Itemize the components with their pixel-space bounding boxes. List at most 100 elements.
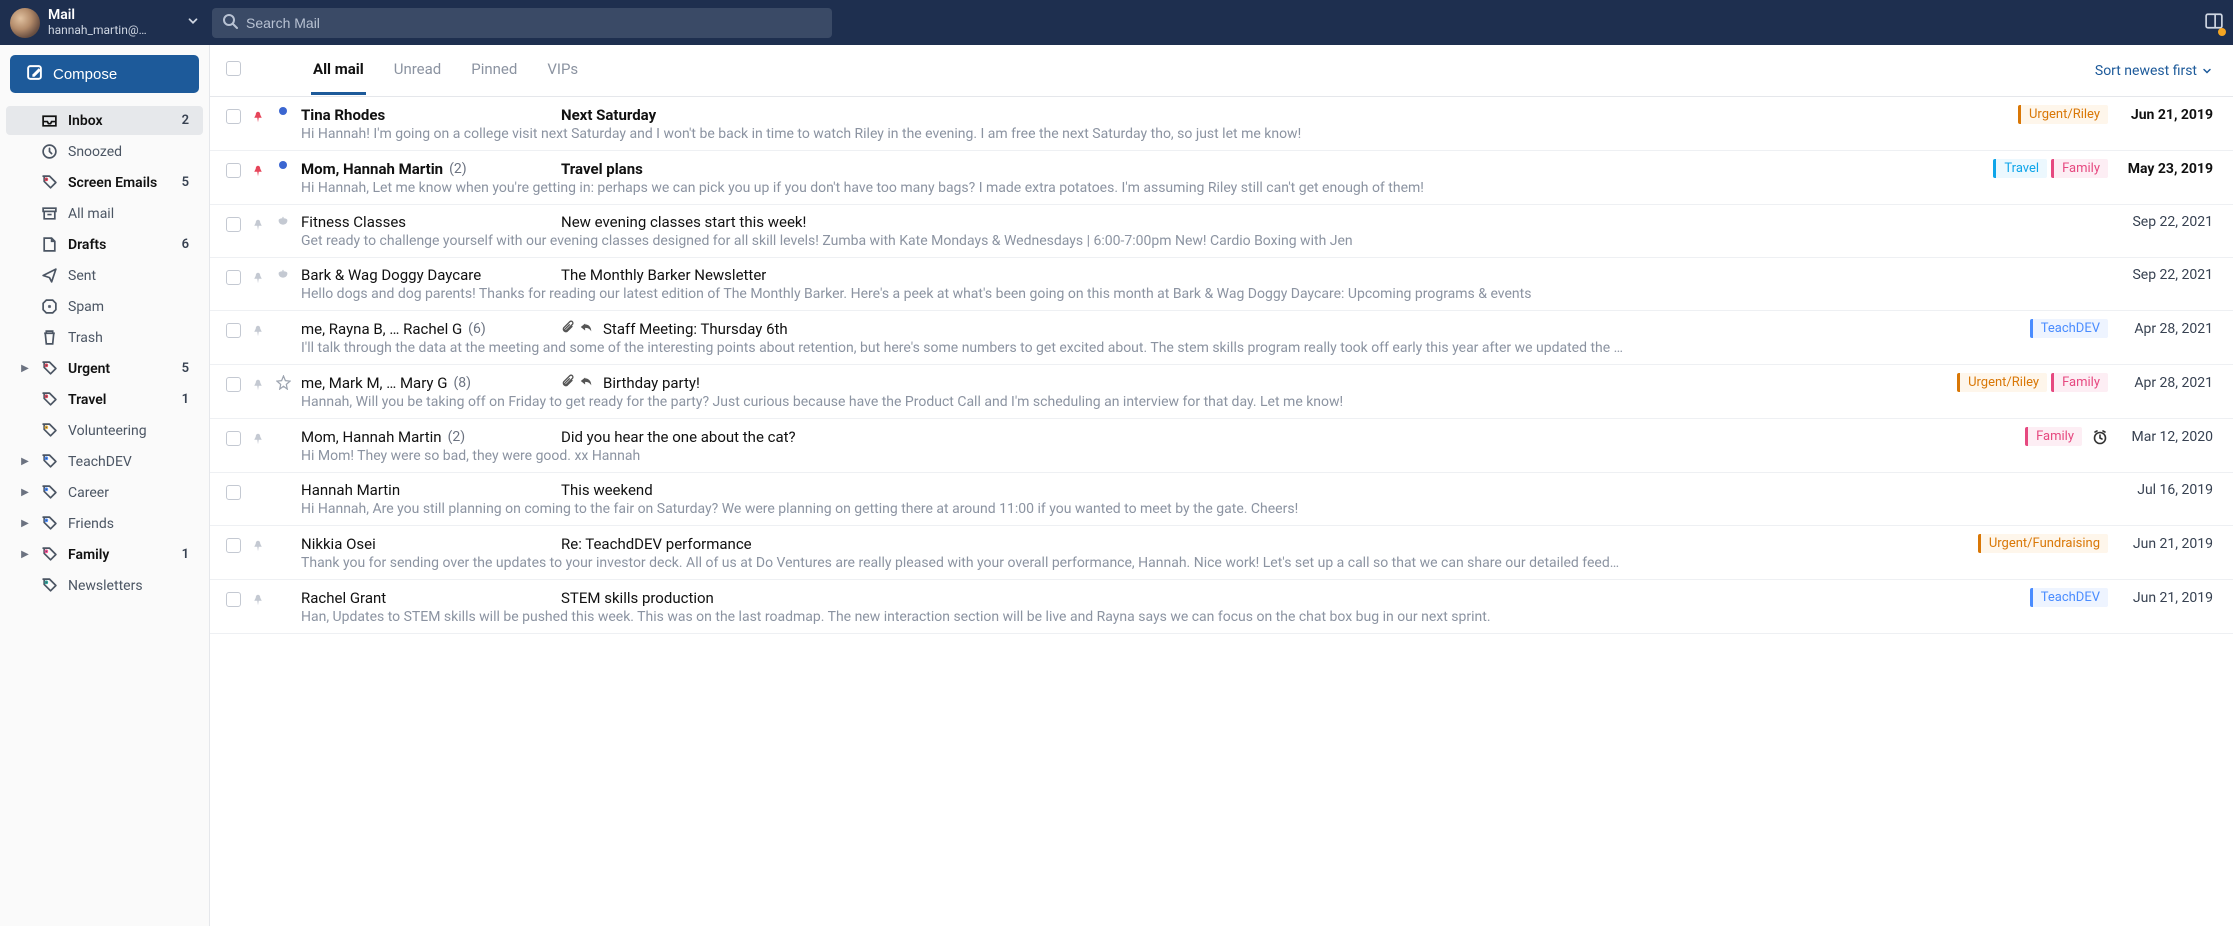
message-row[interactable]: me, Mark M, … Mary G (8) Birthday party!… bbox=[210, 365, 2233, 419]
row-checkbox[interactable] bbox=[226, 217, 241, 232]
tab-unread[interactable]: Unread bbox=[392, 46, 444, 95]
tab-vips[interactable]: VIPs bbox=[545, 46, 580, 95]
nav-volunteering[interactable]: ▶ Volunteering bbox=[6, 416, 203, 445]
tag-family[interactable]: Family bbox=[2051, 373, 2108, 392]
pin-icon[interactable] bbox=[251, 538, 265, 554]
nav-label: Career bbox=[68, 485, 109, 501]
sender: Fitness Classes bbox=[301, 213, 406, 231]
pin-icon[interactable] bbox=[251, 109, 265, 125]
nav-allmail[interactable]: ▶ All mail bbox=[6, 199, 203, 228]
row-checkbox[interactable] bbox=[226, 377, 241, 392]
tag-urgent-riley[interactable]: Urgent/Riley bbox=[1957, 373, 2047, 392]
sort-label: Sort newest first bbox=[2095, 63, 2197, 79]
subject: Staff Meeting: Thursday 6th bbox=[603, 320, 788, 338]
nav-label: Volunteering bbox=[68, 423, 147, 439]
date: Jul 16, 2019 bbox=[2118, 482, 2213, 498]
nav-travel[interactable]: ▶ Travel 1 bbox=[6, 385, 203, 414]
subject: This weekend bbox=[561, 481, 653, 499]
chevron-right-icon[interactable]: ▶ bbox=[20, 549, 30, 560]
message-row[interactable]: me, Rayna B, … Rachel G (6) Staff Meetin… bbox=[210, 311, 2233, 365]
nav-teachdev[interactable]: ▶ TeachDEV bbox=[6, 447, 203, 476]
nav-sent[interactable]: ▶ Sent bbox=[6, 261, 203, 290]
row-checkbox[interactable] bbox=[226, 592, 241, 607]
nav-career[interactable]: ▶ Career bbox=[6, 478, 203, 507]
tag-urgent-riley[interactable]: Urgent/Riley bbox=[2018, 105, 2108, 124]
select-all-checkbox[interactable] bbox=[226, 61, 241, 76]
row-checkbox[interactable] bbox=[226, 485, 241, 500]
tab-all-mail[interactable]: All mail bbox=[311, 46, 366, 95]
date: Jun 21, 2019 bbox=[2118, 107, 2213, 123]
account-switcher[interactable]: Mail hannah_martin@… bbox=[10, 8, 200, 38]
search-input[interactable] bbox=[246, 15, 822, 31]
row-checkbox[interactable] bbox=[226, 109, 241, 124]
chevron-right-icon[interactable]: ▶ bbox=[20, 518, 30, 529]
row-checkbox[interactable] bbox=[226, 270, 241, 285]
star-icon[interactable] bbox=[275, 375, 291, 390]
mask-icon[interactable] bbox=[275, 268, 291, 282]
chevron-right-icon[interactable]: ▶ bbox=[20, 363, 30, 374]
nav-trash[interactable]: ▶ Trash bbox=[6, 323, 203, 352]
compose-button[interactable]: Compose bbox=[10, 55, 199, 93]
message-row[interactable]: Nikkia Osei Re: TeachdDEV performance Ur… bbox=[210, 526, 2233, 580]
search-bar[interactable] bbox=[212, 8, 832, 38]
nav-label: Sent bbox=[68, 268, 96, 284]
chevron-right-icon[interactable]: ▶ bbox=[20, 487, 30, 498]
row-checkbox[interactable] bbox=[226, 431, 241, 446]
nav-count: 1 bbox=[182, 547, 189, 562]
date: Mar 12, 2020 bbox=[2118, 429, 2213, 445]
pin-icon[interactable] bbox=[251, 163, 265, 179]
message-row[interactable]: Rachel Grant STEM skills production Teac… bbox=[210, 580, 2233, 634]
unread-dot-icon bbox=[279, 161, 287, 169]
chevron-right-icon[interactable]: ▶ bbox=[20, 456, 30, 467]
sender: Mom, Hannah Martin bbox=[301, 160, 443, 178]
avatar bbox=[10, 8, 40, 38]
nav-drafts[interactable]: ▶ Drafts 6 bbox=[6, 230, 203, 259]
pin-icon[interactable] bbox=[251, 592, 265, 608]
message-row[interactable]: Mom, Hannah Martin (2) Travel plans Trav… bbox=[210, 151, 2233, 205]
nav-newsletters[interactable]: ▶ Newsletters bbox=[6, 571, 203, 600]
send-icon bbox=[40, 267, 58, 284]
tag-family[interactable]: Family bbox=[2051, 159, 2108, 178]
mask-icon[interactable] bbox=[275, 215, 291, 229]
tag-icon bbox=[40, 484, 58, 501]
tag-family[interactable]: Family bbox=[2025, 427, 2082, 446]
nav-family[interactable]: ▶ Family 1 bbox=[6, 540, 203, 569]
tag-travel[interactable]: Travel bbox=[1993, 159, 2047, 178]
tag-teachdev[interactable]: TeachDEV bbox=[2030, 319, 2108, 338]
nav-screen-emails[interactable]: ▶ Screen Emails 5 bbox=[6, 168, 203, 197]
message-row[interactable]: Fitness Classes New evening classes star… bbox=[210, 205, 2233, 258]
tag-icon bbox=[40, 546, 58, 563]
sort-dropdown[interactable]: Sort newest first bbox=[2095, 63, 2213, 79]
row-checkbox[interactable] bbox=[226, 538, 241, 553]
pin-icon[interactable] bbox=[251, 323, 265, 339]
subject: Re: TeachdDEV performance bbox=[561, 535, 752, 553]
pin-icon[interactable] bbox=[251, 270, 265, 286]
attachment-icon bbox=[561, 320, 575, 338]
row-checkbox[interactable] bbox=[226, 323, 241, 338]
reply-icon bbox=[579, 374, 593, 392]
row-checkbox[interactable] bbox=[226, 163, 241, 178]
panel-toggle-icon[interactable] bbox=[2205, 12, 2223, 34]
pin-icon[interactable] bbox=[251, 217, 265, 233]
compose-label: Compose bbox=[53, 66, 117, 83]
tag-icon bbox=[40, 515, 58, 532]
tab-pinned[interactable]: Pinned bbox=[469, 46, 519, 95]
tag-urgent-fundraising[interactable]: Urgent/Fundraising bbox=[1978, 534, 2108, 553]
pin-icon[interactable] bbox=[251, 431, 265, 447]
nav-friends[interactable]: ▶ Friends bbox=[6, 509, 203, 538]
nav-inbox[interactable]: ▶ Inbox 2 bbox=[6, 106, 203, 135]
tag-teachdev[interactable]: TeachDEV bbox=[2030, 588, 2108, 607]
draft-icon bbox=[40, 236, 58, 253]
message-row[interactable]: Bark & Wag Doggy Daycare The Monthly Bar… bbox=[210, 258, 2233, 311]
nav-spam[interactable]: ▶ Spam bbox=[6, 292, 203, 321]
message-row[interactable]: Hannah Martin This weekend Jul 16, 2019 … bbox=[210, 473, 2233, 526]
pin-icon[interactable] bbox=[251, 377, 265, 393]
nav-label: All mail bbox=[68, 206, 114, 222]
nav-label: Friends bbox=[68, 516, 114, 532]
nav-urgent[interactable]: ▶ Urgent 5 bbox=[6, 354, 203, 383]
message-row[interactable]: Tina Rhodes Next Saturday Urgent/Riley J… bbox=[210, 97, 2233, 151]
nav-snoozed[interactable]: ▶ Snoozed bbox=[6, 137, 203, 166]
reply-icon bbox=[579, 320, 593, 338]
message-row[interactable]: Mom, Hannah Martin (2) Did you hear the … bbox=[210, 419, 2233, 473]
chevron-down-icon[interactable] bbox=[186, 14, 200, 32]
